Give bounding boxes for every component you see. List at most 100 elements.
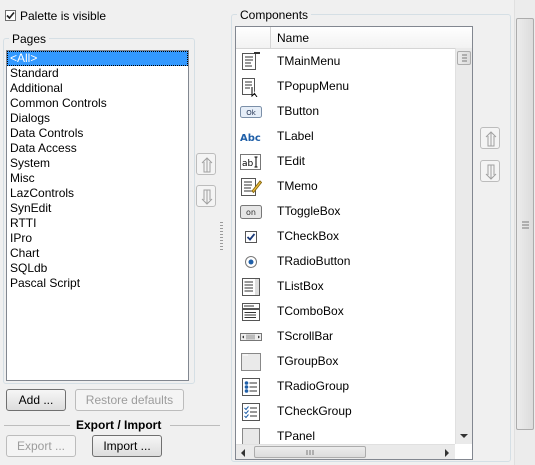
splitter-grip[interactable]: [220, 222, 223, 250]
components-vscroll-thumb[interactable]: [457, 51, 471, 65]
pages-list-item[interactable]: Pascal Script: [7, 276, 188, 291]
components-move-down-button[interactable]: [480, 160, 500, 182]
memo-icon: [240, 177, 263, 197]
pages-list-item[interactable]: Dialogs: [7, 111, 188, 126]
components-horizontal-scrollbar[interactable]: [236, 444, 455, 459]
grip-icon: [522, 221, 529, 229]
export-button[interactable]: Export ...: [6, 435, 76, 457]
component-row[interactable]: TPopupMenu: [236, 74, 456, 99]
pages-list-item[interactable]: Misc: [7, 171, 188, 186]
pages-list-item[interactable]: Common Controls: [7, 96, 188, 111]
pages-move-up-button[interactable]: [196, 153, 216, 175]
component-name: TCheckBox: [277, 229, 340, 243]
components-move-up-button[interactable]: [480, 127, 500, 149]
arrow-down-icon: [485, 164, 497, 180]
main-menu-icon: [240, 52, 262, 72]
scroll-right-icon[interactable]: [445, 449, 449, 457]
import-button-label: Import ...: [103, 439, 151, 453]
component-name: TToggleBox: [277, 204, 341, 218]
grip-icon: [306, 450, 314, 455]
pages-list-item[interactable]: LazControls: [7, 186, 188, 201]
component-name: TEdit: [277, 154, 306, 168]
component-name: TMainMenu: [277, 54, 341, 68]
icon-column-header[interactable]: [236, 27, 271, 48]
component-name: TPanel: [277, 429, 316, 443]
export-import-divider-left: [4, 425, 70, 426]
component-name: TMemo: [277, 179, 318, 193]
window-vscroll-thumb[interactable]: [516, 18, 534, 430]
components-hscroll-thumb[interactable]: [254, 446, 366, 458]
togglebox-icon: on: [240, 202, 262, 222]
checkbox-icon: [240, 227, 262, 247]
button-icon: Ok: [240, 102, 262, 122]
checkgroup-icon: [240, 402, 262, 422]
components-vertical-scrollbar[interactable]: [455, 48, 472, 444]
import-button[interactable]: Import ...: [92, 435, 162, 457]
restore-defaults-button-label: Restore defaults: [85, 393, 174, 407]
component-row[interactable]: Abc TLabel: [236, 124, 456, 149]
label-icon: Abc: [240, 127, 262, 147]
component-name: TScrollBar: [277, 329, 334, 343]
component-name: TRadioButton: [277, 254, 351, 268]
component-row[interactable]: TMainMenu: [236, 49, 456, 74]
groupbox-icon: [240, 352, 262, 372]
component-name: TPopupMenu: [277, 79, 350, 93]
scroll-left-icon[interactable]: [241, 449, 245, 457]
pages-list-item[interactable]: <All>: [7, 51, 188, 66]
pages-list-item[interactable]: SynEdit: [7, 201, 188, 216]
component-name: TCheckGroup: [277, 404, 352, 418]
scrollbar-icon: [240, 327, 262, 347]
arrow-down-icon: [201, 189, 213, 205]
window-vertical-scrollbar[interactable]: [514, 0, 535, 465]
export-import-title: Export / Import: [76, 418, 162, 432]
component-row[interactable]: TListBox: [236, 274, 456, 299]
pages-list-item[interactable]: Standard: [7, 66, 188, 81]
export-import-divider-right: [170, 425, 220, 426]
component-row[interactable]: ab TEdit: [236, 149, 456, 174]
component-row[interactable]: TRadioButton: [236, 249, 456, 274]
pages-list-item[interactable]: IPro: [7, 231, 188, 246]
scroll-down-icon[interactable]: [460, 434, 468, 438]
component-row[interactable]: TRadioGroup: [236, 374, 456, 399]
components-grid[interactable]: Name TMainMenu TPopupMenu Ok TButton Abc TLab…: [235, 26, 473, 460]
pages-list-item[interactable]: SQLdb: [7, 261, 188, 276]
pages-list-item[interactable]: Data Access: [7, 141, 188, 156]
component-name: TGroupBox: [277, 354, 339, 368]
combobox-icon: [240, 302, 262, 322]
component-row[interactable]: TGroupBox: [236, 349, 456, 374]
restore-defaults-button[interactable]: Restore defaults: [75, 389, 184, 411]
radiobutton-icon: [240, 252, 262, 272]
add-page-button[interactable]: Add ...: [6, 389, 66, 411]
component-name: TComboBox: [277, 304, 344, 318]
component-row[interactable]: TCheckBox: [236, 224, 456, 249]
component-row[interactable]: TComboBox: [236, 299, 456, 324]
grip-icon: [462, 54, 467, 62]
pages-list-item[interactable]: Additional: [7, 81, 188, 96]
svg-text:Ok: Ok: [246, 109, 257, 117]
add-page-button-label: Add ...: [18, 393, 54, 407]
name-column-header[interactable]: Name: [277, 31, 309, 45]
component-name: TButton: [277, 104, 320, 118]
svg-text:Abc: Abc: [240, 133, 261, 144]
pages-move-down-button[interactable]: [196, 185, 216, 207]
component-name: TLabel: [277, 129, 314, 143]
components-group-title: Components: [237, 8, 312, 22]
radiogroup-icon: [240, 377, 262, 397]
pages-list-item[interactable]: System: [7, 156, 188, 171]
pages-listbox[interactable]: <All> Standard Additional Common Controls Di…: [6, 50, 189, 381]
component-row[interactable]: on TToggleBox: [236, 199, 456, 224]
svg-text:ab: ab: [242, 159, 254, 169]
arrow-up-icon: [201, 157, 213, 173]
component-row[interactable]: Ok TButton: [236, 99, 456, 124]
pages-list-item[interactable]: Chart: [7, 246, 188, 261]
component-name: TRadioGroup: [277, 379, 350, 393]
pages-group-title: Pages: [9, 32, 50, 46]
components-grid-header: Name: [236, 27, 472, 49]
palette-visible-checkbox[interactable]: [5, 10, 16, 21]
pages-list-item[interactable]: RTTI: [7, 216, 188, 231]
component-row[interactable]: TMemo: [236, 174, 456, 199]
pages-list-item[interactable]: Data Controls: [7, 126, 188, 141]
palette-visible-label: Palette is visible: [20, 9, 107, 23]
component-row[interactable]: TCheckGroup: [236, 399, 456, 424]
component-row[interactable]: TScrollBar: [236, 324, 456, 349]
